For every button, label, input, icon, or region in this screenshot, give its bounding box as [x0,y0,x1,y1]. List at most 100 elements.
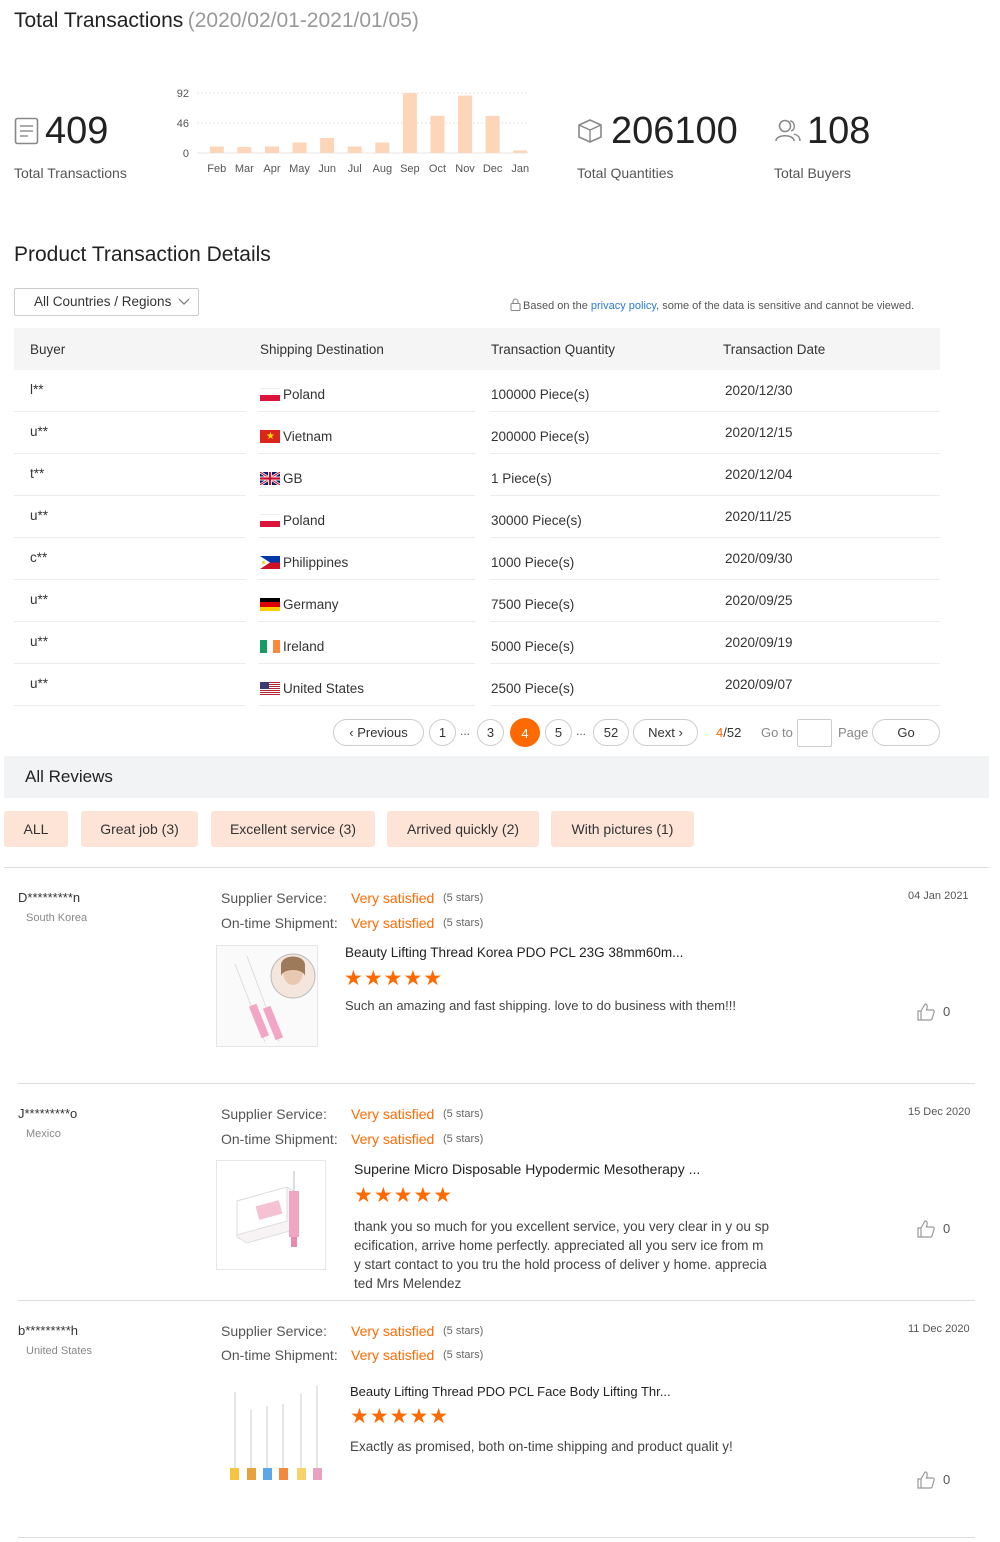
us-flag-icon [260,682,280,695]
gb-flag-icon [260,472,280,485]
supplier-service-label: Supplier Service: [221,890,327,906]
quantity-cell: 7500 Piece(s) [491,597,575,612]
page-button-1[interactable]: 1 [429,719,456,746]
row-divider [631,705,940,706]
filter-with-pictures[interactable]: With pictures (1) [551,811,694,847]
supplier-service-label: Supplier Service: [221,1323,327,1339]
supplier-service-stars: (5 stars) [443,1325,484,1337]
chart-bar [430,115,445,153]
total-transactions-value: 409 [45,110,109,152]
date-cell: 2020/12/30 [725,383,793,398]
filter-excellent-service[interactable]: Excellent service (3) [211,811,375,847]
row-divider [14,705,246,706]
de-flag-icon [260,598,280,611]
thumbs-up-icon[interactable] [917,1471,935,1494]
thumbs-up-icon[interactable] [917,1220,935,1243]
goto-label: Go to [761,725,793,740]
page-indicator: 4/52 [716,725,741,740]
product-title-link[interactable]: Beauty Lifting Thread PDO PCL Face Body … [350,1384,671,1399]
chart-bar [237,147,252,153]
date-cell: 2020/11/25 [725,509,792,524]
divider [18,1300,975,1301]
x-tick-label: Sep [400,163,420,175]
buyer-cell: u** [30,592,49,607]
column-header-quantity: Transaction Quantity [491,342,616,357]
destination-country: GB [283,471,303,486]
filter-all[interactable]: ALL [4,811,68,847]
product-thumbnail[interactable] [216,945,318,1047]
destination-country: Philippines [283,555,349,570]
reviewer-name: D*********n [18,890,81,905]
destination-cell: Poland [260,513,325,528]
shipment-stars: (5 stars) [443,917,484,929]
page-title: Total Transactions [14,9,184,32]
previous-button[interactable]: ‹ Previous [333,719,424,746]
buyer-cell: u** [30,676,49,691]
destination-cell: Poland [260,387,325,402]
total-buyers-label: Total Buyers [774,165,852,181]
filter-great-job[interactable]: Great job (3) [81,811,198,847]
document-icon [14,117,39,150]
lock-icon [510,298,521,314]
total-buyers-value: 108 [807,110,871,152]
five-star-rating: ★★★★★ [354,1184,454,1207]
goto-page-input[interactable] [797,719,832,747]
total-pages: /52 [723,725,742,740]
next-button[interactable]: Next › [633,719,698,746]
chart-bar [292,142,307,153]
buyer-cell: t** [30,466,45,481]
quantity-cell: 1 Piece(s) [491,471,552,486]
go-button[interactable]: Go [872,719,940,746]
table-header: Buyer Shipping Destination Transaction Q… [14,328,940,370]
shipment-stars: (5 stars) [443,1133,484,1145]
product-title-link[interactable]: Beauty Lifting Thread Korea PDO PCL 23G … [345,945,683,960]
page-label: Page [838,725,869,740]
table-row: l** Poland 100000 Piece(s) 2020/12/30 [14,370,940,412]
destination-cell: GB [260,471,303,486]
reviewer-name: J*********o [18,1106,78,1121]
like-count: 0 [943,1221,951,1236]
product-thumbnail[interactable] [216,1160,326,1270]
x-tick-label: Apr [263,163,280,175]
x-tick-label: Nov [455,163,475,175]
destination-cell: United States [260,681,364,696]
shipment-label: On-time Shipment: [221,1347,338,1363]
page-button-52[interactable]: 52 [593,719,629,746]
destination-country: Ireland [283,639,325,654]
row-divider [258,705,475,706]
filter-arrived-quickly[interactable]: Arrived quickly (2) [387,811,539,847]
quantity-cell: 30000 Piece(s) [491,513,582,528]
table-row: t** GB 1 Piece(s) 2020/12/04 [14,454,940,496]
shipment-label: On-time Shipment: [221,1131,338,1147]
shipment-value: Very satisfied [351,1131,435,1147]
chevron-down-icon [178,289,190,324]
thumbs-up-icon[interactable] [917,1003,935,1026]
total-quantities-value: 206100 [611,110,738,152]
date-cell: 2020/09/25 [725,593,793,608]
product-title-link[interactable]: Superine Micro Disposable Hypodermic Mes… [354,1161,700,1177]
page-button-3[interactable]: 3 [477,719,504,746]
region-select[interactable]: All Countries / Regions [14,288,199,316]
y-tick-label: 0 [183,148,189,160]
shipment-stars: (5 stars) [443,1349,484,1361]
reviewer-country: United States [26,1345,93,1357]
x-tick-label: Oct [429,163,446,175]
box-icon [577,118,603,149]
supplier-service-value: Very satisfied [351,1323,435,1339]
buyer-cell: l** [30,382,44,397]
page-button-4-current[interactable]: 4 [510,718,540,747]
divider [18,1537,975,1538]
like-count: 0 [943,1472,951,1487]
destination-country: Poland [283,387,326,402]
buyer-cell: u** [30,634,49,649]
privacy-policy-link[interactable]: privacy policy [591,300,656,312]
product-thumbnail[interactable] [221,1380,325,1486]
details-title: Product Transaction Details [14,243,271,266]
table-row: u** Germany 7500 Piece(s) 2020/09/25 [14,580,940,622]
divider [4,867,989,868]
destination-cell: ★ Vietnam [260,429,332,444]
page-button-5[interactable]: 5 [545,719,572,746]
supplier-service-value: Very satisfied [351,1106,435,1122]
chart-bar [375,142,390,153]
x-tick-label: Jun [318,163,336,175]
